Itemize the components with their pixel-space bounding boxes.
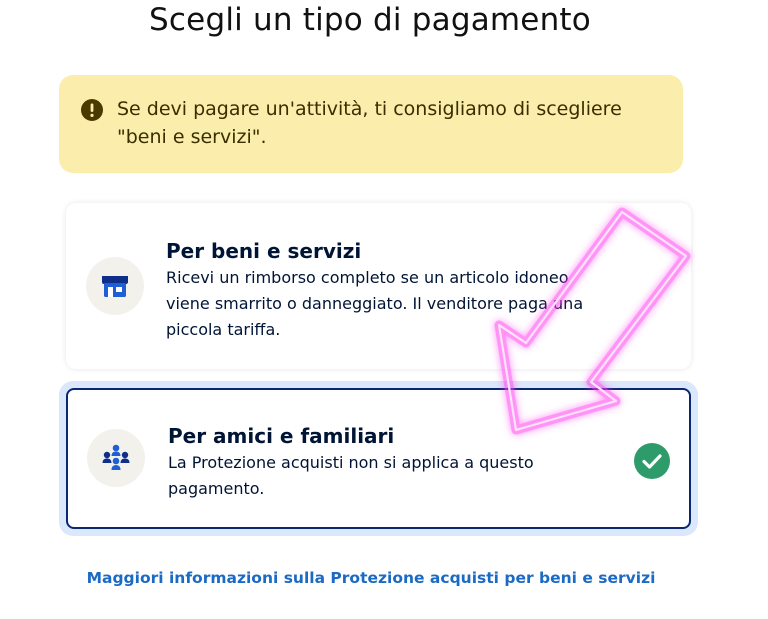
warning-text: Se devi pagare un'attività, ti consiglia…	[117, 98, 622, 148]
option-description: Ricevi un rimborso completo se un artico…	[166, 268, 584, 339]
warning-banner: Se devi pagare un'attività, ti consiglia…	[59, 75, 683, 173]
payment-type-page: Scegli un tipo di pagamento Se devi paga…	[0, 0, 768, 619]
page-title: Scegli un tipo di pagamento	[149, 2, 591, 38]
option-goods-and-services[interactable]: Per beni e servizi Ricevi un rimborso co…	[66, 203, 691, 369]
option-title: Per beni e servizi	[166, 239, 362, 263]
people-group-icon	[102, 444, 130, 470]
storefront-icon-badge	[86, 257, 144, 315]
exclamation-icon	[81, 99, 103, 121]
purchase-protection-info-link[interactable]: Maggiori informazioni sulla Protezione a…	[0, 569, 742, 587]
option-friends-and-family[interactable]: Per amici e familiari La Protezione acqu…	[66, 388, 691, 529]
storefront-icon	[102, 276, 128, 297]
option-title: Per amici e familiari	[168, 424, 395, 448]
option-description: La Protezione acquisti non si applica a …	[168, 453, 534, 498]
people-group-icon-badge	[87, 429, 145, 487]
checkmark-icon	[634, 443, 670, 479]
